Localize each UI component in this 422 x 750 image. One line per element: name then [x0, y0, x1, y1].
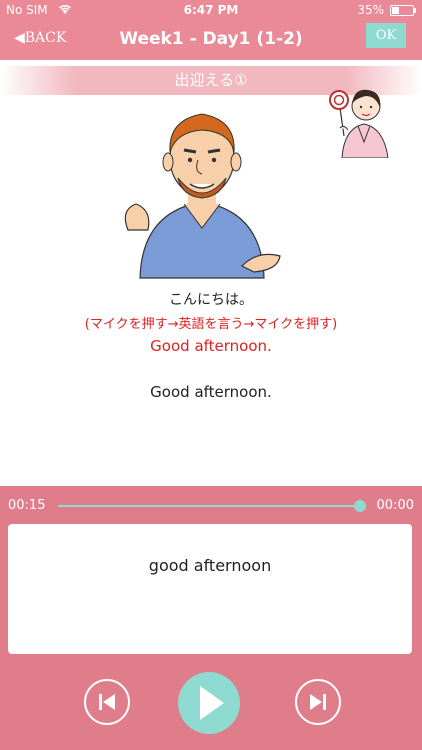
skip-next-icon	[310, 694, 326, 710]
next-button[interactable]	[295, 679, 341, 725]
time-remaining: 00:00	[376, 498, 414, 513]
english-target-phrase: Good afternoon.	[150, 337, 272, 355]
progress-thumb[interactable]	[354, 500, 366, 512]
ok-button[interactable]: OK	[366, 23, 406, 48]
progress-track[interactable]	[58, 505, 360, 507]
status-bar: No SIM 6:47 PM 35%	[0, 0, 422, 20]
english-model-phrase: Good afternoon.	[150, 383, 272, 401]
skip-previous-icon	[99, 694, 115, 710]
speaker-illustration	[118, 100, 284, 280]
player-panel: 00:15 00:00 good afternoon	[0, 486, 422, 750]
play-button[interactable]	[178, 672, 240, 734]
previous-button[interactable]	[84, 679, 130, 725]
battery-percentage: 35%	[357, 3, 384, 17]
battery-icon	[390, 5, 416, 16]
play-icon	[200, 686, 224, 720]
navigation-bar: ◀BACK Week1 - Day1 (1-2) OK	[0, 20, 422, 60]
page-title: Week1 - Day1 (1-2)	[119, 29, 303, 49]
instruction-text: (マイクを押す→英語を言う→マイクを押す)	[84, 317, 338, 332]
time-elapsed: 00:15	[8, 498, 46, 513]
recognized-speech-box: good afternoon	[8, 524, 412, 654]
japanese-phrase: こんにちは。	[169, 292, 253, 308]
recognized-speech-text: good afternoon	[148, 556, 272, 575]
instructor-illustration	[328, 80, 400, 159]
